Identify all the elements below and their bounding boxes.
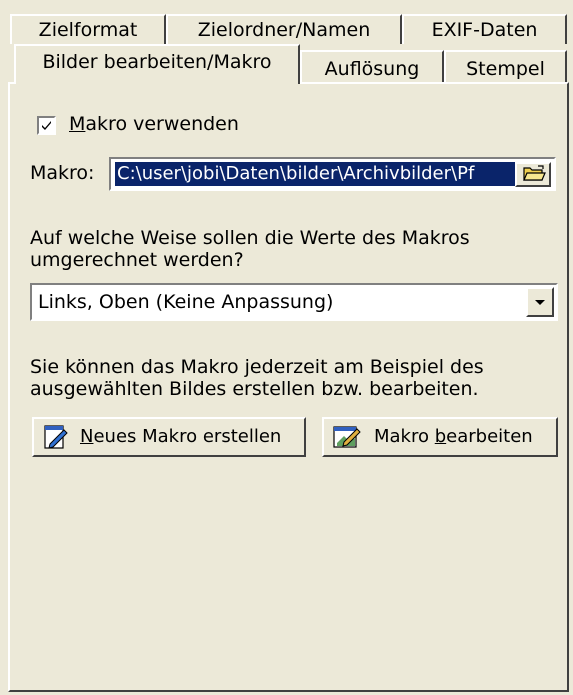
adjustment-mode-select[interactable]: Links, Oben (Keine Anpassung): [30, 283, 558, 321]
new-document-icon: [44, 425, 68, 449]
macro-path-input[interactable]: C:\user\jobi\Daten\bilder\Archivbilder\P…: [109, 157, 556, 191]
use-macro-label[interactable]: Makro verwenden: [69, 113, 239, 135]
tab-label: Auflösung: [324, 58, 420, 80]
tab-label: Bilder bearbeiten/Makro: [42, 51, 272, 73]
tab-label: Zielformat: [38, 19, 138, 41]
info-text: Sie können das Makro jederzeit am Beispi…: [30, 356, 484, 400]
dropdown-button[interactable]: [526, 287, 554, 317]
tab-label: EXIF-Daten: [431, 19, 538, 41]
checkmark-icon: [42, 121, 51, 130]
tab-zielordner-namen[interactable]: Zielordner/Namen: [166, 14, 402, 44]
macro-path-value: C:\user\jobi\Daten\bilder\Archivbilder\P…: [115, 162, 516, 186]
open-folder-icon: [523, 165, 546, 181]
macro-field-label: Makro:: [30, 162, 95, 184]
adjustment-mode-value: Links, Oben (Keine Anpassung): [38, 291, 334, 313]
new-macro-button[interactable]: Neues Makro erstellen: [32, 417, 306, 457]
edit-macro-button[interactable]: Makro bearbeiten: [322, 417, 558, 457]
browse-button[interactable]: [515, 162, 551, 187]
tab-exif-daten[interactable]: EXIF-Daten: [402, 14, 567, 44]
tab-bilder-bearbeiten-makro[interactable]: Bilder bearbeiten/Makro: [14, 44, 300, 84]
tab-label: Zielordner/Namen: [197, 19, 371, 41]
use-macro-checkbox[interactable]: [37, 116, 56, 135]
tab-aufloesung[interactable]: Auflösung: [300, 50, 444, 83]
tab-label: Stempel: [466, 58, 545, 80]
edit-document-icon: [333, 426, 361, 448]
chevron-down-icon: [535, 300, 545, 305]
tab-stempel[interactable]: Stempel: [444, 50, 567, 83]
question-text: Auf welche Weise sollen die Werte des Ma…: [30, 227, 470, 271]
tab-zielformat[interactable]: Zielformat: [10, 14, 166, 44]
